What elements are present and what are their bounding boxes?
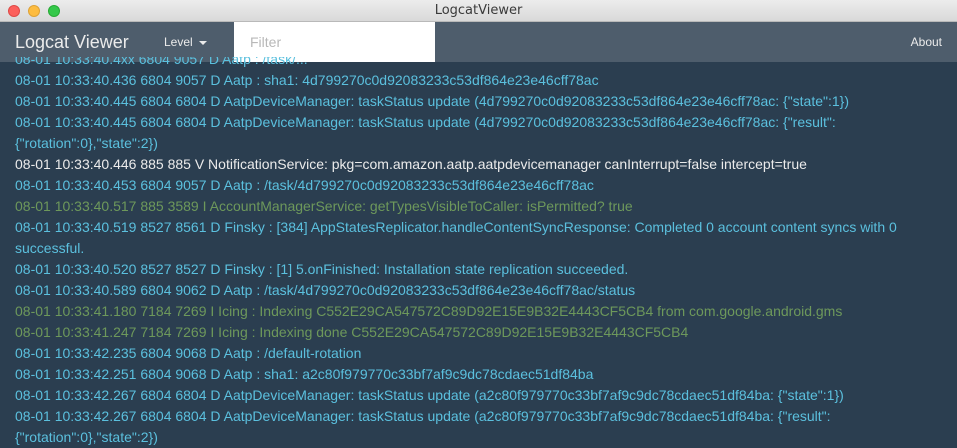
log-line: 08-01 10:33:40.445 6804 6804 D AatpDevic… <box>15 93 849 109</box>
log-line: 08-01 10:33:42.235 6804 9068 D Aatp : /d… <box>15 345 362 361</box>
filter-input[interactable] <box>234 22 435 62</box>
log-line: 08-01 10:33:41.247 7184 7269 I Icing : I… <box>15 324 689 340</box>
log-panel[interactable]: 08-01 10:33:40.4xx 6804 9057 D Aatp : /t… <box>0 57 957 448</box>
log-line: 08-01 10:33:40.517 885 3589 I AccountMan… <box>15 198 633 214</box>
log-line: 08-01 10:33:42.251 6804 9068 D Aatp : sh… <box>15 366 594 382</box>
app-window: LogcatViewer Logcat Viewer Level About 0… <box>0 0 957 448</box>
about-link[interactable]: About <box>911 35 942 49</box>
level-dropdown[interactable]: Level <box>164 35 208 49</box>
app-brand[interactable]: Logcat Viewer <box>15 32 129 53</box>
log-line: 08-01 10:33:40.4xx 6804 9057 D Aatp : /t… <box>15 57 308 67</box>
level-dropdown-label: Level <box>164 35 193 49</box>
caret-down-icon <box>199 40 208 45</box>
log-list: 08-01 10:33:40.4xx 6804 9057 D Aatp : /t… <box>15 57 942 448</box>
log-line: 08-01 10:33:42.267 6804 6804 D AatpDevic… <box>15 408 831 445</box>
log-line: 08-01 10:33:40.446 885 885 V Notificatio… <box>15 156 807 172</box>
log-line: 08-01 10:33:40.445 6804 6804 D AatpDevic… <box>15 114 836 151</box>
log-line: 08-01 10:33:42.267 6804 6804 D AatpDevic… <box>15 387 844 403</box>
log-line: 08-01 10:33:40.519 8527 8561 D Finsky : … <box>15 219 897 256</box>
log-line: 08-01 10:33:40.436 6804 9057 D Aatp : sh… <box>15 72 599 88</box>
log-line: 08-01 10:33:41.180 7184 7269 I Icing : I… <box>15 303 843 319</box>
title-bar: LogcatViewer <box>0 0 957 22</box>
window-title: LogcatViewer <box>434 3 523 18</box>
log-line: 08-01 10:33:40.453 6804 9057 D Aatp : /t… <box>15 177 594 193</box>
log-line: 08-01 10:33:40.589 6804 9062 D Aatp : /t… <box>15 282 636 298</box>
log-line: 08-01 10:33:40.520 8527 8527 D Finsky : … <box>15 261 629 277</box>
navbar: Logcat Viewer Level About <box>0 22 957 62</box>
